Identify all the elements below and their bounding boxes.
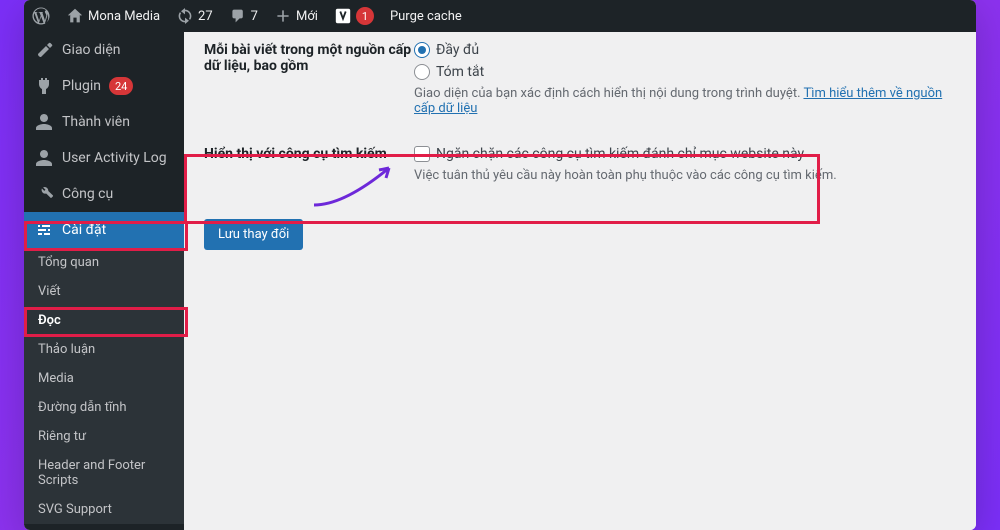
submenu-media[interactable]: Media	[24, 364, 184, 393]
sidebar-item-activity-log[interactable]: User Activity Log	[24, 140, 184, 176]
brush-icon	[34, 40, 54, 60]
sidebar-item-plugins[interactable]: Plugin 24	[24, 68, 184, 104]
settings-content: Mỗi bài viết trong một nguồn cấp dữ liệu…	[184, 32, 976, 530]
comments-icon	[229, 7, 247, 25]
search-visibility-desc: Việc tuân thủ yêu cầu này hoàn toàn phụ …	[414, 168, 956, 183]
search-visibility-label: Hiển thị với công cụ tìm kiếm	[204, 146, 414, 183]
sidebar-item-settings[interactable]: Cài đặt	[24, 212, 184, 248]
radio-input-summary[interactable]	[414, 64, 430, 80]
radio-input-full[interactable]	[414, 42, 430, 58]
checkbox-block-label: Ngăn chặn các công cụ tìm kiếm đánh chỉ …	[436, 146, 804, 162]
sidebar-item-label: Công cụ	[62, 186, 113, 202]
user-icon	[34, 148, 54, 168]
submenu-permalinks[interactable]: Đường dẫn tĩnh	[24, 393, 184, 422]
main-area: Giao diện Plugin 24 Thành viên User Acti…	[24, 32, 976, 530]
sidebar-item-themes[interactable]: Giao diện	[24, 32, 184, 68]
feed-display-field: Đầy đủ Tóm tắt Giao diện của bạn xác địn…	[414, 42, 956, 116]
updates-link[interactable]: 27	[168, 0, 221, 32]
user-icon	[34, 112, 54, 132]
yoast-icon	[334, 7, 352, 25]
feed-desc: Giao diện của bạn xác định cách hiển thị…	[414, 86, 956, 116]
submenu-svg[interactable]: SVG Support	[24, 495, 184, 524]
checkbox-block-indexing[interactable]: Ngăn chặn các công cụ tìm kiếm đánh chỉ …	[414, 146, 956, 162]
wordpress-icon	[32, 7, 50, 25]
sidebar-item-tools[interactable]: Công cụ	[24, 176, 184, 212]
sidebar-item-label: User Activity Log	[62, 150, 167, 166]
admin-toolbar: Mona Media 27 7 Mới 1 Purge	[24, 0, 976, 32]
wp-logo[interactable]	[24, 0, 58, 32]
feed-display-label: Mỗi bài viết trong một nguồn cấp dữ liệu…	[204, 42, 414, 116]
radio-full-label: Đầy đủ	[436, 42, 479, 58]
updates-count: 27	[198, 9, 213, 24]
submenu-general[interactable]: Tổng quan	[24, 248, 184, 277]
radio-summary-label: Tóm tắt	[436, 64, 484, 80]
checkbox-input[interactable]	[414, 146, 430, 162]
home-icon	[66, 7, 84, 25]
sidebar-item-label: Giao diện	[62, 42, 120, 58]
save-button[interactable]: Lưu thay đổi	[204, 219, 303, 250]
comments-count: 7	[251, 9, 258, 24]
yoast-link[interactable]: 1	[326, 0, 382, 32]
radio-summary[interactable]: Tóm tắt	[414, 64, 956, 80]
updates-icon	[176, 7, 194, 25]
sidebar-item-label: Plugin	[62, 78, 101, 94]
admin-sidebar: Giao diện Plugin 24 Thành viên User Acti…	[24, 32, 184, 530]
submenu-discussion[interactable]: Thảo luận	[24, 335, 184, 364]
purge-label: Purge cache	[390, 9, 462, 24]
form-row-search-visibility: Hiển thị với công cụ tìm kiếm Ngăn chặn …	[204, 146, 956, 183]
purge-cache[interactable]: Purge cache	[382, 0, 470, 32]
sliders-icon	[34, 220, 54, 240]
submenu-writing[interactable]: Viết	[24, 277, 184, 306]
app-frame: Mona Media 27 7 Mới 1 Purge	[24, 0, 976, 530]
sidebar-item-label: Thành viên	[62, 114, 130, 130]
new-label: Mới	[296, 9, 318, 24]
form-row-feed-display: Mỗi bài viết trong một nguồn cấp dữ liệu…	[204, 42, 956, 116]
radio-full[interactable]: Đầy đủ	[414, 42, 956, 58]
plug-icon	[34, 76, 54, 96]
comments-link[interactable]: 7	[221, 0, 266, 32]
plus-icon	[274, 7, 292, 25]
sidebar-submenu: Tổng quan Viết Đọc Thảo luận Media Đường…	[24, 248, 184, 524]
new-content[interactable]: Mới	[266, 0, 326, 32]
submenu-privacy[interactable]: Riêng tư	[24, 422, 184, 451]
sidebar-item-label: Cài đặt	[62, 222, 106, 238]
wrench-icon	[34, 184, 54, 204]
submenu-reading[interactable]: Đọc	[24, 306, 184, 335]
site-home[interactable]: Mona Media	[58, 0, 168, 32]
plugin-badge: 24	[109, 77, 133, 95]
search-visibility-field: Ngăn chặn các công cụ tìm kiếm đánh chỉ …	[414, 146, 956, 183]
yoast-badge: 1	[356, 7, 374, 25]
sidebar-item-users[interactable]: Thành viên	[24, 104, 184, 140]
site-name-label: Mona Media	[88, 9, 160, 24]
submenu-hfs[interactable]: Header and Footer Scripts	[24, 451, 184, 495]
